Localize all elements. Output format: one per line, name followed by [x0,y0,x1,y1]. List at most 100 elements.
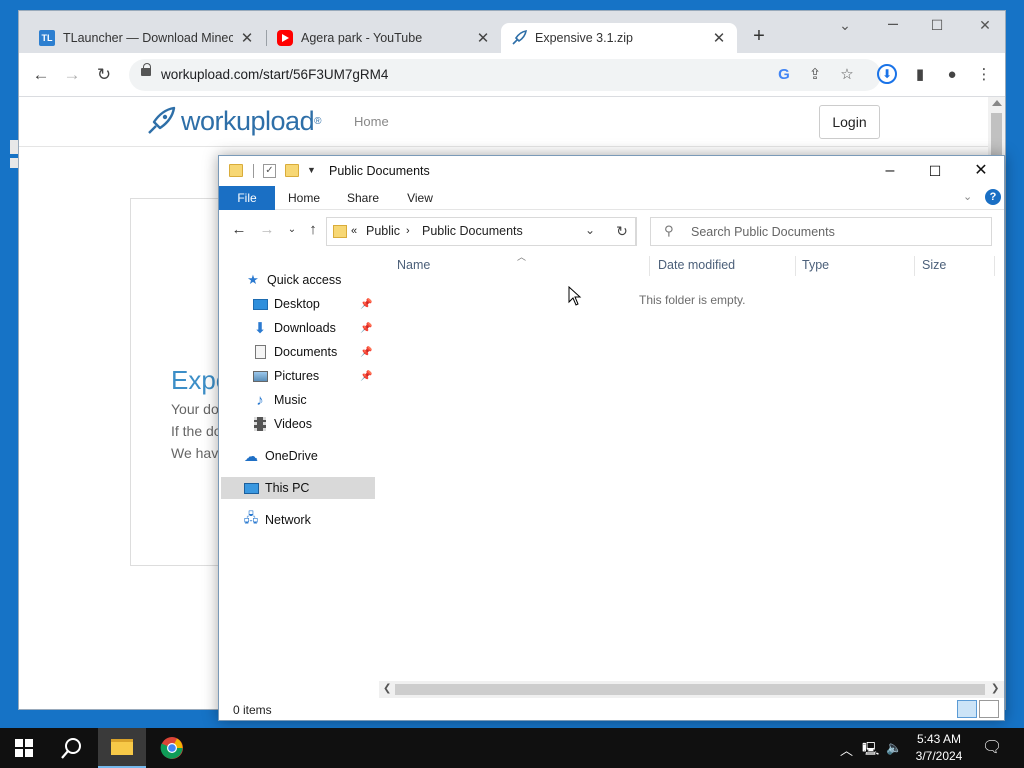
close-tab-icon[interactable]: ✕ [239,29,255,47]
maximize-icon[interactable]: ☐ [912,156,958,186]
tab-expensive-zip[interactable]: Expensive 3.1.zip ✕ [501,23,737,53]
empty-folder-message: This folder is empty. [639,293,746,307]
nav-documents[interactable]: Documents 📌 [252,341,377,363]
column-divider[interactable] [914,256,915,276]
forward-button[interactable]: → [60,63,84,87]
new-tab-button[interactable]: + [747,25,771,48]
ribbon-tab-share[interactable]: Share [340,186,386,210]
system-clock[interactable]: 5:43 AM 3/7/2024 [912,731,966,765]
cloud-icon: ☁ [244,447,258,464]
nav-label: Downloads [274,321,336,335]
workupload-logo[interactable]: workupload ® [145,105,321,137]
column-divider[interactable] [649,256,650,276]
column-header-size[interactable]: Size [922,252,946,278]
forward-arrow-icon[interactable]: → [257,220,277,240]
network-status-icon[interactable]: 🖳 [862,740,879,762]
nav-this-pc[interactable]: This PC [243,477,309,499]
file-explorer-taskbar-icon[interactable] [98,728,146,768]
help-icon[interactable]: ? [985,189,1001,205]
search-box[interactable]: ⚲ Search Public Documents [650,217,992,246]
maximize-icon[interactable]: ☐ [917,17,957,34]
scroll-right-icon[interactable]: ❯ [991,683,999,694]
breadcrumb-overflow[interactable]: « [351,225,357,237]
desktop-icon [252,296,268,312]
ribbon-tab-file[interactable]: File [219,186,275,210]
download-icon[interactable]: ⬇ [877,64,897,84]
chrome-taskbar-icon[interactable] [148,728,196,768]
close-tab-icon[interactable]: ✕ [711,29,727,47]
breadcrumb-public-documents[interactable]: Public Documents [422,224,523,238]
site-nav-home[interactable]: Home [354,114,389,129]
share-icon[interactable]: ⇪ [805,65,825,85]
network-icon: 🖧 [243,510,259,525]
file-explorer-window: ✓ ▼ Public Documents – ☐ ✕ File Home Sha… [218,155,1005,721]
breadcrumb-public[interactable]: Public [366,224,400,238]
rocket-icon [148,106,176,134]
address-box[interactable]: « Public › Public Documents ⌄ [326,217,636,246]
tab-title: Agera park - YouTube [301,31,423,45]
scroll-left-icon[interactable]: ❮ [383,683,391,694]
recent-locations-icon[interactable]: ⌄ [282,220,302,240]
tab-youtube[interactable]: Agera park - YouTube ✕ [267,23,501,53]
refresh-icon[interactable]: ↻ [608,217,637,246]
tab-search-icon[interactable]: ⌄ [825,17,865,34]
folder-icon [229,164,243,177]
side-panel-icon[interactable]: ▮ [909,64,931,86]
scroll-up-icon[interactable] [992,100,1002,106]
volume-muted-icon[interactable]: 🔈 [886,740,902,756]
nav-downloads[interactable]: ⬇ Downloads 📌 [252,317,377,339]
new-folder-icon[interactable] [285,164,299,177]
ribbon-tab-home[interactable]: Home [281,186,327,210]
column-header-name[interactable]: Name [397,252,430,278]
search-icon[interactable] [48,728,96,768]
minimize-icon[interactable]: – [873,13,913,34]
details-view-icon[interactable] [957,700,977,718]
logo-registered-mark: ® [314,115,322,127]
column-divider[interactable] [795,256,796,276]
minimize-icon[interactable]: – [867,156,913,186]
nav-desktop[interactable]: Desktop 📌 [252,293,377,315]
bookmark-star-icon[interactable]: ☆ [837,65,857,85]
horizontal-scroll-thumb[interactable] [395,684,985,695]
close-icon[interactable]: ✕ [958,156,1004,186]
folder-icon [333,225,347,238]
windows-start-icon[interactable] [0,728,48,768]
breadcrumb-separator-icon[interactable]: › [406,225,410,237]
reload-button[interactable]: ↻ [92,63,116,87]
horizontal-scrollbar[interactable]: ❮ ❯ [379,681,1004,698]
tab-title: Expensive 3.1.zip [535,31,633,45]
ribbon-tab-view[interactable]: View [397,186,443,210]
taskbar: ︿ 🖳 🔈 5:43 AM 3/7/2024 🗨 [0,728,1024,768]
back-button[interactable]: ← [29,63,53,87]
address-dropdown-icon[interactable]: ⌄ [585,223,595,237]
nav-music[interactable]: ♪ Music [252,389,306,411]
up-arrow-icon[interactable]: ↑ [303,220,323,240]
item-count: 0 items [233,703,272,717]
close-window-icon[interactable]: ✕ [965,17,1005,34]
column-header-type[interactable]: Type [802,252,829,278]
clock-time: 5:43 AM [916,732,962,746]
show-hidden-icons[interactable]: ︿ [840,740,853,759]
notifications-icon[interactable]: 🗨 [982,737,1002,757]
google-lens-icon[interactable]: G [774,65,794,85]
nav-videos[interactable]: Videos [252,413,312,435]
column-divider[interactable] [994,256,995,276]
nav-onedrive[interactable]: ☁ OneDrive [243,445,318,467]
large-icons-view-icon[interactable] [979,700,999,718]
profile-avatar-icon[interactable]: ● [941,64,963,86]
desktop-icon-fragment [10,140,18,154]
nav-network[interactable]: 🖧 Network [243,509,311,531]
tab-tlauncher[interactable]: TL TLauncher — Download Minecra ✕ [29,23,265,53]
back-arrow-icon[interactable]: ← [229,220,249,240]
login-button[interactable]: Login [819,105,880,139]
chrome-icon [160,737,183,759]
column-header-date-modified[interactable]: Date modified [658,252,735,278]
menu-kebab-icon[interactable]: ⋮ [973,64,995,86]
address-bar[interactable]: workupload.com/start/56F3UM7gRM4 G ⇪ ☆ [129,59,881,91]
nav-quick-access[interactable]: ★ Quick access [245,269,341,291]
customize-toolbar-icon[interactable]: ▼ [307,165,316,175]
properties-icon[interactable]: ✓ [263,164,276,178]
expand-ribbon-icon[interactable]: ⌄ [963,190,972,203]
close-tab-icon[interactable]: ✕ [475,29,491,47]
nav-pictures[interactable]: Pictures 📌 [252,365,377,387]
